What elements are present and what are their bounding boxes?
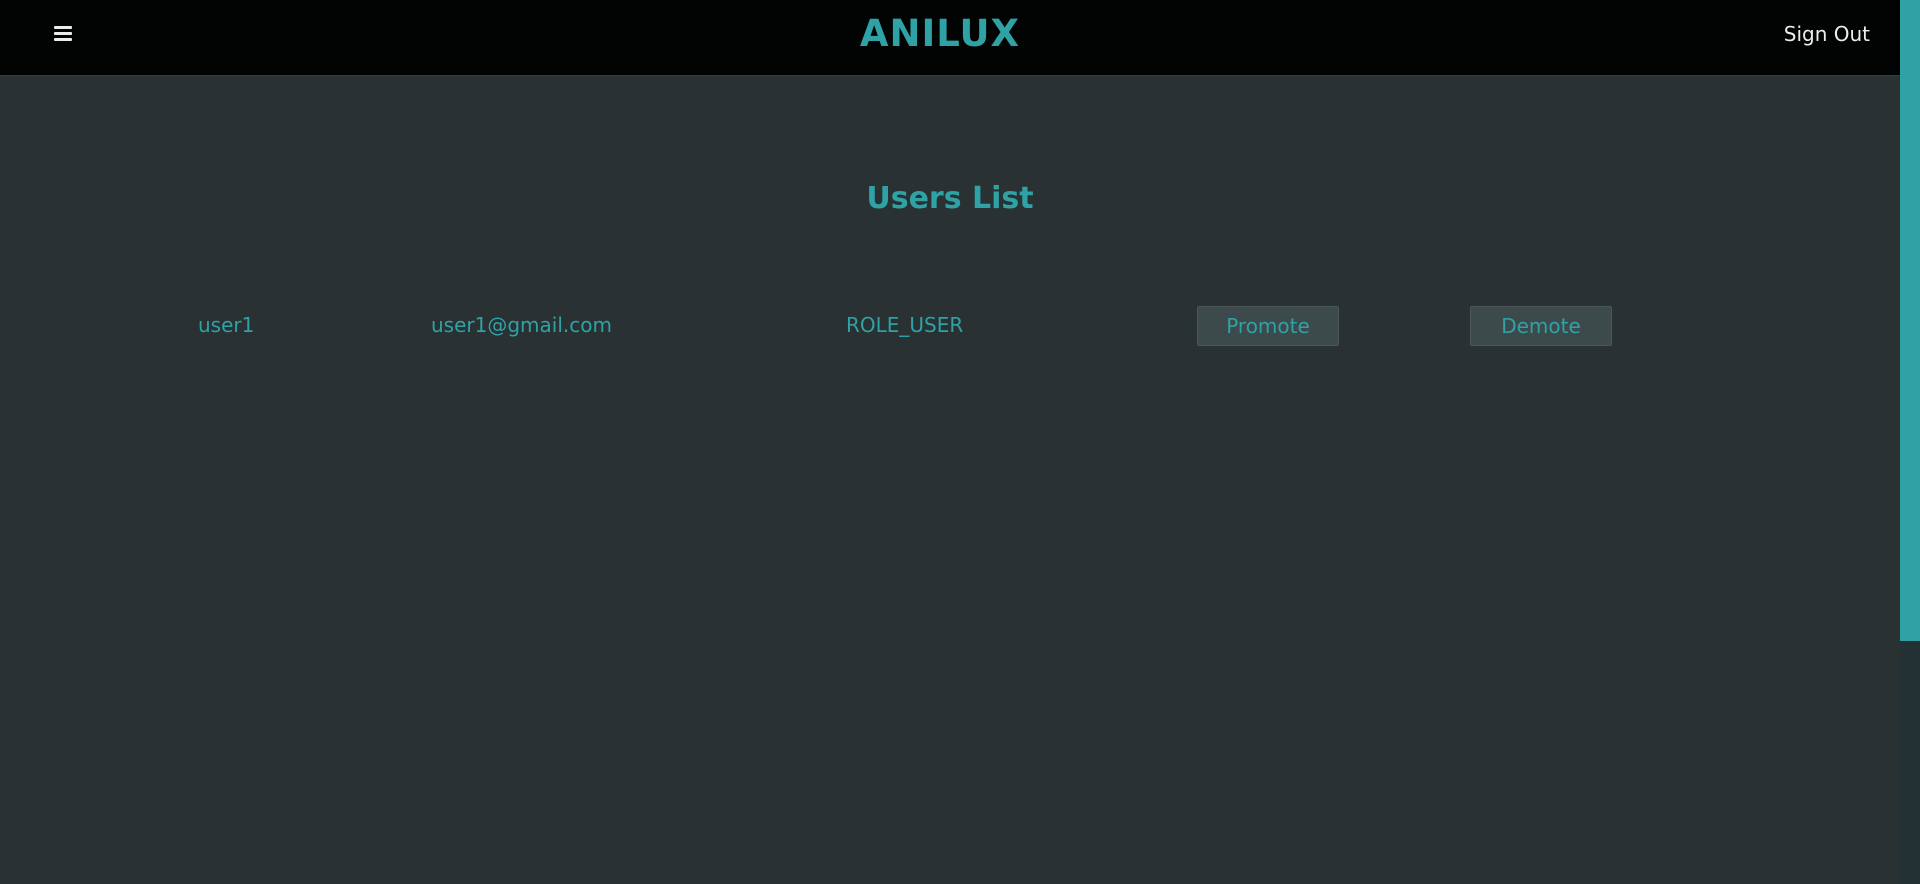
page-title: Users List bbox=[866, 181, 1034, 216]
user-role: ROLE_USER bbox=[846, 313, 964, 337]
page: ANILUX Sign Out Users List user1 user1@g… bbox=[0, 0, 1920, 884]
user-email: user1@gmail.com bbox=[431, 313, 612, 337]
sign-out-link[interactable]: Sign Out bbox=[1784, 22, 1870, 46]
brand-logo-text[interactable]: ANILUX bbox=[0, 12, 1880, 55]
user-username: user1 bbox=[198, 313, 255, 337]
demote-button[interactable]: Demote bbox=[1470, 306, 1612, 346]
top-navbar: ANILUX Sign Out bbox=[0, 0, 1900, 76]
vertical-scrollbar[interactable] bbox=[1900, 0, 1920, 884]
scrollbar-thumb[interactable] bbox=[1900, 0, 1920, 641]
promote-button[interactable]: Promote bbox=[1197, 306, 1339, 346]
